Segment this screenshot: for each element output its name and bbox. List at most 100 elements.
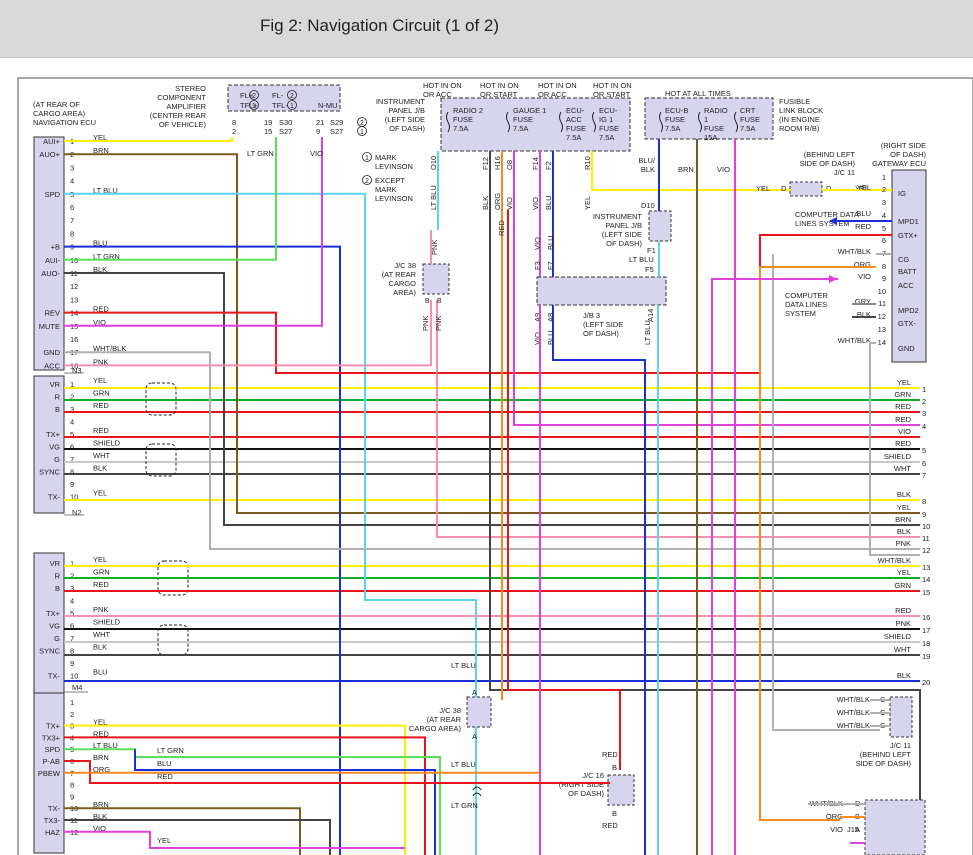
right-edge-num: 3 [922,409,926,418]
wire-label: YEL [93,376,107,385]
gateway-pin-num: 1 [882,173,886,182]
wire-label: YEL [157,836,171,845]
fuse-label: FUSE [665,115,685,124]
wire-label: BLK [897,490,911,499]
fuse-label: FUSE [704,124,724,133]
fuse-label: ACC [566,115,582,124]
right-edge-num: 5 [922,446,926,455]
ipjb-d10-box [648,210,672,242]
jc38b-label: CARGO AREA) [409,724,462,733]
pin-label: D [826,184,832,193]
jc11-label: J/C 11 [834,168,855,177]
jb3-label: OF DASH) [583,329,619,338]
jc38b-label: (AT REAR [427,715,462,724]
connector-code: M4 [72,683,82,692]
stereo-amp-label: STEREO [175,84,206,93]
ipjb-d10-label: PANEL J/B [605,221,642,230]
ecu-pin-code: GND [43,348,60,357]
wire-org [759,266,876,821]
wire-label: RED [497,220,506,236]
wire-label: PNK [896,539,911,548]
ecu-pin-num: 2 [70,710,74,719]
wire-label: LT GRN [157,746,184,755]
ecu-pin-code: SYNC [39,468,60,477]
fuse-label: FUSE [566,124,586,133]
wire-label: GRN [93,568,110,577]
hot-label: HOT IN ON [423,81,462,90]
jc11-top-box [789,181,823,197]
ecu-pin-num: 3 [70,163,74,172]
stereo-amp-label: OF VEHICLE) [159,120,207,129]
ecu-pin-code: ACC [44,361,60,370]
wire-label: SHIELD [93,439,121,448]
ecu-pin-num: 8 [70,781,74,790]
ecu-pin-code: B [55,584,60,593]
fuse-label: FUSE [599,124,619,133]
wire-label: VIO [533,237,542,250]
note-label: LEVINSON [375,194,413,203]
wire-label: BRN [678,165,694,174]
wire-label: SHIELD [884,452,912,461]
wire-label: GRN [894,390,911,399]
hot-label: HOT IN ON [480,81,519,90]
amp-pin-code: S27 [330,127,343,136]
gateway-pin-code: BATT [898,267,917,276]
amp-pin-code: S30 [279,118,292,127]
ipjb-d10-label: OF DASH) [606,239,642,248]
wire-label: LT BLU [429,185,438,210]
ecu-pin-code: R [55,572,61,581]
right-edge-num: 18 [922,639,930,648]
gateway-label: (RIGHT SIDE [881,141,926,150]
gateway-pin-num: 13 [878,325,886,334]
j15-connector-box [864,799,926,855]
wire-label: BRN [895,515,911,524]
cdl-label: COMPUTER [785,291,829,300]
wire-label: PNK [430,240,439,255]
fusible-link-label: FUSIBLE [779,97,810,106]
ipjb-label: OF DASH) [389,124,425,133]
gateway-ecu-box [891,169,927,363]
ecu-pin-code: TX+ [46,430,61,439]
wire-label: LT GRN [451,801,478,810]
hot-label: HOT IN ON [538,81,577,90]
wire-label: BLU [546,235,555,250]
fuse-label: CRT [740,106,756,115]
jc38-bot-box [466,696,492,728]
gateway-pin-code: ACC [898,281,914,290]
fuse-label: 7.5A [665,124,680,133]
pin-label: A [855,825,860,834]
ecu-pin-code: TX- [48,493,61,502]
ecu-pin-code: SPD [45,745,61,754]
wire-label: WHT/BLK [838,336,871,345]
jc38-label: J/C 38 [394,261,416,270]
gateway-pin-code: MPD2 [898,306,919,315]
wire-label: ORG [493,193,502,210]
jb3-box [536,276,667,306]
ecu-pin-code: AUI+ [43,137,61,146]
amp-pin-num: 2 [232,127,236,136]
gateway-pin-code: GND [898,344,915,353]
wire-label: BLK [481,196,490,210]
ipjb-label: (LEFT SIDE [385,115,425,124]
right-edge-num: 17 [922,626,930,635]
connector-code: N2 [72,508,82,517]
amp-pin-num: 9 [316,127,320,136]
wire-label: WHT [894,645,911,654]
ecu-pin-code: G [54,634,60,643]
gateway-pin-code: GTX- [898,319,916,328]
wire-label: PNK [421,316,430,331]
ecu-pin-code: SPD [45,190,61,199]
jc11b-label: SIDE OF DASH) [856,759,912,768]
gateway-pin-num: 3 [882,198,886,207]
wire-label: BLK [897,671,911,680]
jc11-bot-box [889,696,913,738]
wire-label: WHT/BLK [837,695,870,704]
ecu-pin-code: TX- [48,804,61,813]
gateway-label: GATEWAY ECU [872,159,926,168]
wire-label: VIO [858,272,871,281]
fuse-label: 1 [704,115,708,124]
ipjb-label: INSTRUMENT [376,97,426,106]
nav-ecu-connector-n3 [33,136,65,371]
wiring-diagram: (AT REAR OFCARGO AREA)NAVIGATION ECUSTER… [17,77,973,855]
right-edge-num: 7 [922,471,926,480]
